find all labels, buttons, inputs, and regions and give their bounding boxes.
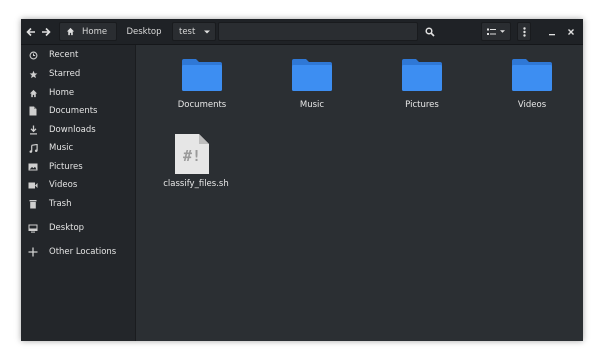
- home-icon: [21, 89, 45, 98]
- search-icon: [424, 26, 435, 37]
- script-file-icon: #!: [174, 133, 210, 175]
- trash-icon: [21, 199, 45, 209]
- sidebar-item-label: Downloads: [49, 125, 96, 135]
- star-icon: [21, 70, 45, 79]
- headerbar: Home Desktop test: [21, 19, 583, 45]
- clock-icon: [21, 51, 45, 60]
- download-icon: [21, 125, 45, 135]
- chevron-down-icon: [499, 30, 505, 33]
- sidebar-item-label: Recent: [49, 50, 79, 60]
- sidebar-item-label: Home: [49, 88, 75, 98]
- folder-icon: [292, 59, 332, 91]
- sidebar-item-label: Music: [49, 143, 74, 153]
- search-button[interactable]: [421, 22, 438, 41]
- plus-icon: [21, 247, 45, 257]
- kebab-menu-icon: [522, 26, 526, 37]
- close-icon: [568, 28, 574, 35]
- sidebar-item-label: Pictures: [49, 162, 83, 172]
- music-icon: [21, 143, 45, 153]
- breadcrumb-desktop-label: Desktop: [126, 26, 162, 37]
- file-name: Videos: [517, 100, 547, 110]
- file-name: Documents: [177, 100, 227, 110]
- sidebar-item-home[interactable]: Home: [21, 84, 135, 102]
- sidebar-item-label: Desktop: [49, 223, 85, 233]
- sidebar-item-label: Documents: [49, 106, 98, 116]
- back-button[interactable]: [24, 22, 38, 41]
- video-icon: [21, 182, 45, 189]
- breadcrumb-test-label: test: [179, 26, 196, 37]
- sidebar-item-label: Trash: [49, 199, 72, 209]
- sidebar-item-other-locations[interactable]: Other Locations: [21, 243, 135, 261]
- arrow-left-icon: [26, 27, 35, 36]
- breadcrumb-desktop[interactable]: Desktop: [120, 22, 168, 41]
- sidebar: Recent Starred Home Documents Downloads …: [21, 45, 136, 341]
- breadcrumb-test[interactable]: test: [172, 22, 216, 41]
- folder-icon: [182, 59, 222, 91]
- home-icon: [66, 27, 75, 36]
- script-icon-text: #!: [182, 147, 202, 165]
- sidebar-item-label: Videos: [49, 180, 78, 190]
- forward-button[interactable]: [39, 22, 53, 41]
- breadcrumb-home[interactable]: Home: [59, 22, 117, 41]
- minimize-icon: [549, 33, 555, 35]
- file-manager-window: Home Desktop test Recent Starred Home Do…: [21, 19, 583, 341]
- picture-icon: [21, 163, 45, 171]
- folder-icon: [512, 59, 552, 91]
- folder-icon: [402, 59, 442, 91]
- sidebar-item-videos[interactable]: Videos: [21, 176, 135, 194]
- sidebar-item-pictures[interactable]: Pictures: [21, 158, 135, 176]
- sidebar-item-recent[interactable]: Recent: [21, 46, 135, 64]
- chevron-down-icon: [204, 30, 211, 33]
- close-button[interactable]: [565, 22, 577, 41]
- sidebar-item-downloads[interactable]: Downloads: [21, 121, 135, 139]
- sidebar-item-label: Other Locations: [49, 247, 117, 257]
- file-name: Pictures: [405, 100, 439, 110]
- list-view-icon: [486, 28, 496, 35]
- minimize-button[interactable]: [546, 22, 558, 41]
- file-name: Music: [299, 100, 325, 110]
- menu-button[interactable]: [517, 22, 531, 41]
- sidebar-item-label: Starred: [49, 69, 81, 79]
- sidebar-item-documents[interactable]: Documents: [21, 102, 135, 120]
- breadcrumb-bar-empty[interactable]: [218, 22, 418, 41]
- file-name: classify_files.sh: [163, 179, 229, 189]
- sidebar-item-trash[interactable]: Trash: [21, 195, 135, 213]
- desktop-icon: [21, 224, 45, 233]
- file-view: Documents Music Pictures Videos #! class…: [136, 45, 583, 341]
- sidebar-item-desktop[interactable]: Desktop: [21, 219, 135, 237]
- arrow-right-icon: [42, 27, 51, 36]
- sidebar-item-starred[interactable]: Starred: [21, 65, 135, 83]
- document-icon: [21, 106, 45, 116]
- breadcrumb-home-label: Home: [82, 26, 108, 37]
- view-options-button[interactable]: [481, 22, 511, 41]
- sidebar-item-music[interactable]: Music: [21, 139, 135, 157]
